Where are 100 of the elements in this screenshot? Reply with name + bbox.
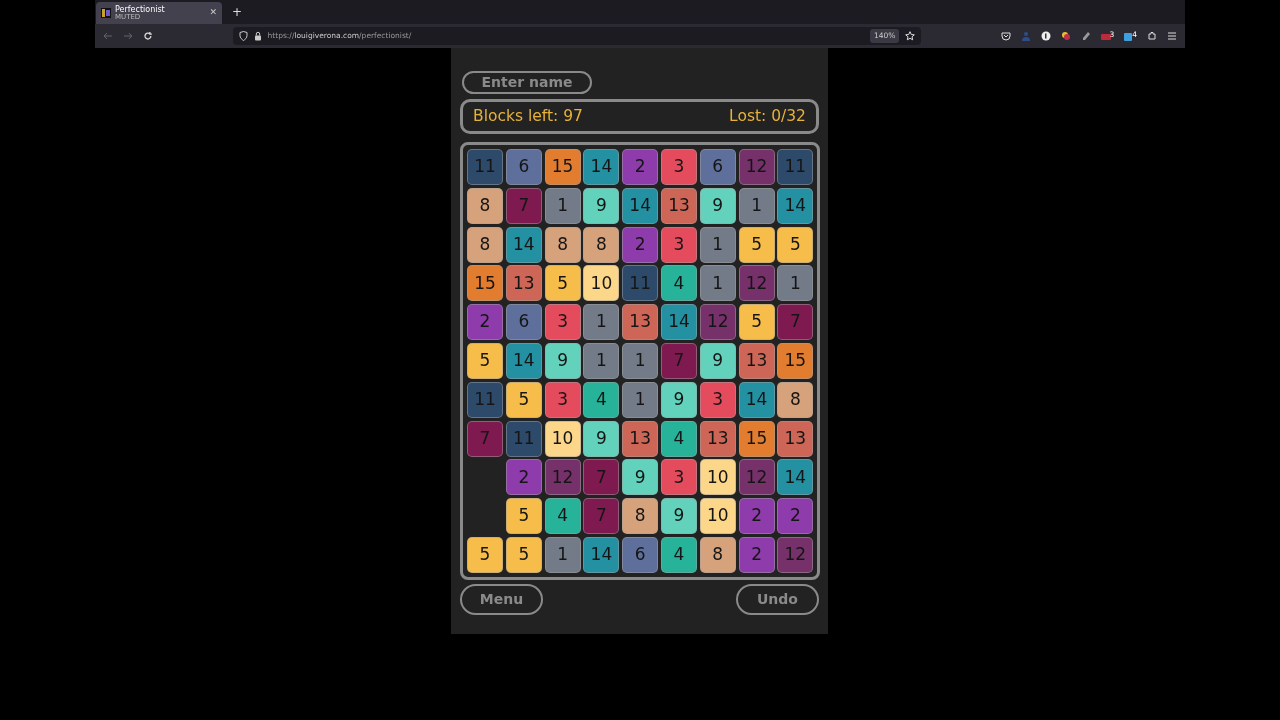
number-tile[interactable]: 5 — [738, 304, 775, 341]
number-tile[interactable]: 1 — [738, 187, 775, 224]
number-tile[interactable]: 5 — [544, 265, 581, 302]
number-tile[interactable]: 5 — [738, 226, 775, 263]
number-tile[interactable]: 13 — [661, 187, 697, 224]
lock-icon — [253, 31, 262, 41]
undo-button[interactable]: Undo — [736, 583, 819, 615]
number-tile[interactable]: 3 — [661, 149, 697, 185]
number-tile[interactable]: 10 — [699, 498, 736, 535]
number-tile[interactable]: 10 — [583, 265, 620, 302]
number-tile[interactable]: 14 — [505, 343, 542, 379]
number-tile[interactable]: 3 — [699, 381, 736, 418]
number-tile[interactable]: 15 — [467, 265, 503, 302]
number-tile[interactable]: 15 — [777, 343, 814, 379]
circle-extension-icon[interactable] — [1041, 31, 1052, 41]
number-tile[interactable]: 4 — [661, 420, 697, 457]
menu-button[interactable]: Menu — [460, 583, 543, 615]
site-icon — [101, 8, 111, 18]
number-tile[interactable]: 4 — [661, 265, 697, 302]
name-field[interactable]: Enter name — [462, 70, 592, 94]
number-tile[interactable]: 13 — [738, 343, 775, 379]
number-tile[interactable]: 9 — [544, 343, 581, 379]
number-tile[interactable]: 1 — [544, 536, 581, 573]
number-tile[interactable]: 4 — [661, 536, 697, 573]
number-tile[interactable]: 5 — [505, 381, 542, 418]
number-tile[interactable]: 3 — [661, 459, 697, 496]
close-tab-button[interactable]: ✕ — [209, 6, 217, 20]
number-tile[interactable]: 4 — [544, 498, 581, 535]
number-tile[interactable]: 9 — [699, 343, 736, 379]
pen-extension-icon[interactable] — [1081, 31, 1092, 41]
number-tile[interactable]: 6 — [622, 536, 659, 573]
star-icon[interactable] — [905, 31, 916, 41]
number-tile[interactable]: 6 — [699, 149, 736, 185]
menu-icon[interactable] — [1167, 31, 1177, 41]
blocks-left: Blocks left: 97 — [473, 105, 583, 127]
number-tile[interactable]: 3 — [544, 304, 581, 341]
number-tile[interactable]: 14 — [622, 187, 659, 224]
number-tile[interactable]: 1 — [622, 381, 659, 418]
number-tile[interactable]: 5 — [777, 226, 814, 263]
back-icon[interactable] — [103, 31, 113, 41]
colorful-extension-icon[interactable] — [1061, 31, 1072, 41]
number-tile[interactable]: 8 — [467, 187, 503, 224]
number-tile[interactable]: 2 — [738, 498, 775, 535]
lost-count: Lost: 0/32 — [729, 105, 806, 127]
number-tile[interactable]: 13 — [777, 420, 814, 457]
number-tile[interactable]: 15 — [738, 420, 775, 457]
number-tile[interactable]: 3 — [544, 381, 581, 418]
number-tile[interactable]: 2 — [622, 149, 659, 185]
number-tile[interactable]: 13 — [622, 420, 659, 457]
number-tile[interactable]: 9 — [583, 420, 620, 457]
number-tile[interactable]: 2 — [505, 459, 542, 496]
number-tile[interactable]: 1 — [699, 265, 736, 302]
pocket-icon[interactable] — [1001, 31, 1012, 41]
number-tile[interactable]: 14 — [583, 536, 620, 573]
number-tile[interactable]: 6 — [505, 149, 542, 185]
number-tile[interactable]: 10 — [544, 420, 581, 457]
number-tile[interactable]: 8 — [583, 226, 620, 263]
number-tile[interactable]: 5 — [467, 536, 503, 573]
number-tile[interactable]: 1 — [622, 343, 659, 379]
number-tile[interactable]: 1 — [583, 343, 620, 379]
number-tile[interactable]: 14 — [777, 459, 814, 496]
number-tile[interactable]: 8 — [699, 536, 736, 573]
number-tile[interactable]: 10 — [699, 459, 736, 496]
number-tile[interactable]: 5 — [505, 536, 542, 573]
number-tile[interactable]: 9 — [583, 187, 620, 224]
number-tile[interactable]: 1 — [777, 265, 814, 302]
number-tile[interactable]: 8 — [622, 498, 659, 535]
number-tile[interactable]: 13 — [505, 265, 542, 302]
number-tile[interactable]: 4 — [583, 381, 620, 418]
number-tile[interactable]: 1 — [699, 226, 736, 263]
number-tile[interactable]: 1 — [544, 187, 581, 224]
shield-icon — [238, 31, 248, 41]
number-tile[interactable]: 14 — [505, 226, 542, 263]
number-tile[interactable]: 3 — [661, 226, 697, 263]
number-tile[interactable]: 14 — [661, 304, 697, 341]
number-tile[interactable]: 6 — [505, 304, 542, 341]
number-tile[interactable]: 13 — [622, 304, 659, 341]
number-tile[interactable]: 9 — [699, 187, 736, 224]
number-tile[interactable]: 15 — [544, 149, 581, 185]
number-tile[interactable]: 1 — [583, 304, 620, 341]
number-tile[interactable]: 9 — [622, 459, 659, 496]
number-tile[interactable]: 2 — [467, 304, 503, 341]
number-tile[interactable]: 2 — [738, 536, 775, 573]
number-tile[interactable]: 5 — [467, 343, 503, 379]
number-tile[interactable]: 2 — [777, 498, 814, 535]
number-tile[interactable]: 8 — [467, 226, 503, 263]
number-tile[interactable]: 2 — [622, 226, 659, 263]
number-tile[interactable]: 8 — [777, 381, 814, 418]
number-tile[interactable]: 13 — [699, 420, 736, 457]
number-tile[interactable]: 14 — [738, 381, 775, 418]
reload-icon[interactable] — [142, 31, 153, 41]
number-tile[interactable]: 14 — [583, 149, 620, 185]
new-tab-button[interactable]: + — [232, 3, 243, 21]
tab-title: Perfectionist — [115, 5, 165, 14]
number-tile[interactable]: 9 — [661, 498, 697, 535]
number-tile[interactable]: 5 — [505, 498, 542, 535]
square-extension-icon[interactable] — [1124, 31, 1135, 41]
number-tile[interactable]: 14 — [777, 187, 814, 224]
number-tile[interactable]: 9 — [661, 381, 697, 418]
number-tile[interactable]: 8 — [544, 226, 581, 263]
